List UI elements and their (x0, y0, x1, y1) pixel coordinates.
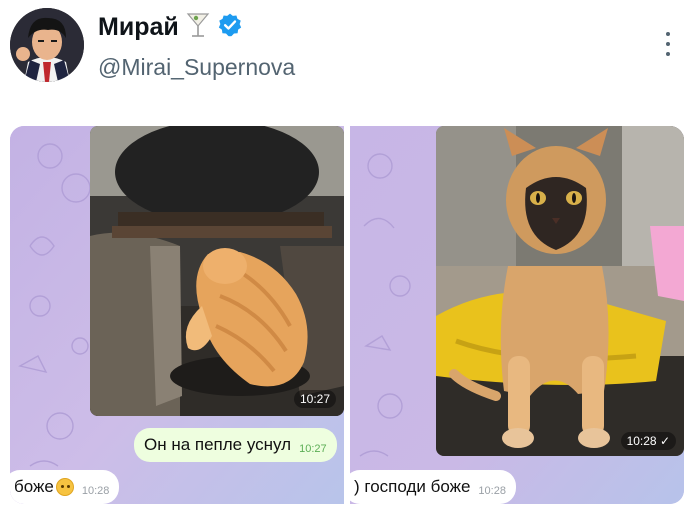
author-name-row: Мирай (98, 12, 243, 42)
chat-screenshot-right[interactable]: 10:28 ✓ ) господи боже 10:28 (350, 126, 684, 504)
tweet-media[interactable]: 10:27 Он на пепле уснул 10:27 боже 10:28 (10, 126, 684, 504)
chat-screenshot-left[interactable]: 10:27 Он на пепле уснул 10:27 боже 10:28 (10, 126, 344, 504)
photo-timestamp: 10:28 ✓ (620, 432, 676, 450)
author-handle[interactable]: @Mirai_Supernova (98, 54, 295, 81)
incoming-message[interactable]: ) господи боже 10:28 (350, 470, 516, 504)
sleeping-cat-photo[interactable]: 10:27 (90, 126, 344, 416)
photo-timestamp: 10:27 (293, 390, 336, 408)
message-text: боже (14, 477, 54, 496)
cocktail-glass-icon (185, 11, 211, 44)
incoming-message[interactable]: боже 10:28 (10, 470, 120, 504)
author-avatar[interactable] (10, 8, 84, 82)
outgoing-message[interactable]: Он на пепле уснул 10:27 (134, 428, 337, 462)
message-text: ) господи боже (354, 477, 471, 496)
message-text: Он на пепле уснул (144, 435, 292, 454)
message-time: 10:27 (299, 443, 327, 455)
author-name[interactable]: Мирай (98, 13, 179, 42)
message-time: 10:28 (81, 485, 110, 497)
message-time: 10:28 (478, 485, 506, 497)
verified-badge-icon (217, 12, 243, 43)
smiling-face-icon (55, 478, 74, 496)
sitting-cat-photo[interactable]: 10:28 ✓ (436, 126, 684, 456)
tweet-header: Мирай @Mirai_Supernova (0, 0, 700, 100)
more-vertical-icon[interactable] (664, 32, 672, 56)
